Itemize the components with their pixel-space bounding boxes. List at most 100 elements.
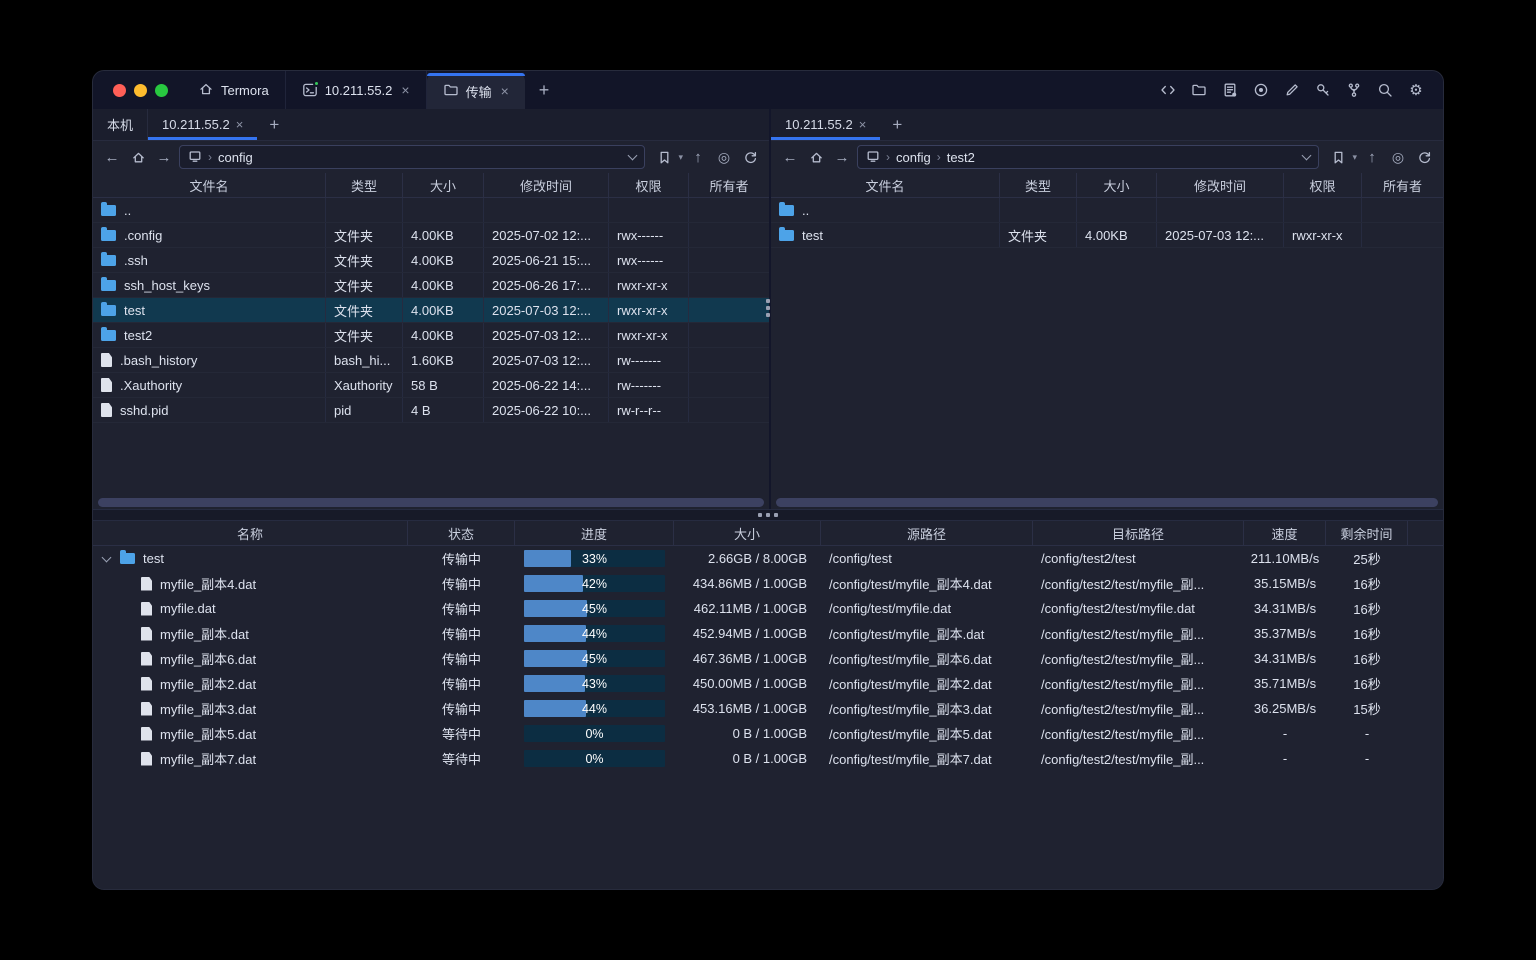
chevron-down-icon[interactable] — [628, 150, 638, 160]
transfer-row[interactable]: myfile.dat 传输中 45% 462.11MB / 1.00GB /co… — [93, 596, 1443, 621]
close-window-button[interactable] — [113, 84, 126, 97]
column-header-size[interactable]: 大小 — [1077, 173, 1157, 197]
tab-remote-left[interactable]: 10.211.55.2 × — [148, 109, 257, 140]
column-header-type[interactable]: 类型 — [326, 173, 403, 197]
panel-splitter[interactable] — [769, 109, 771, 509]
column-header-type[interactable]: 类型 — [1000, 173, 1077, 197]
code-icon[interactable] — [1159, 81, 1177, 99]
breadcrumb[interactable]: › config › test2 — [857, 145, 1319, 169]
traffic-lights — [93, 71, 182, 109]
refresh-icon[interactable] — [1413, 146, 1435, 168]
edit-icon[interactable] — [1283, 81, 1301, 99]
file-icon — [141, 627, 152, 641]
record-icon[interactable] — [1252, 81, 1270, 99]
new-tab-button[interactable]: + — [525, 71, 564, 109]
file-perms: rwxr-xr-x — [609, 323, 689, 347]
breadcrumb-segment[interactable]: config — [896, 150, 931, 165]
log-icon[interactable] — [1221, 81, 1239, 99]
key-icon[interactable] — [1314, 81, 1332, 99]
transfer-row[interactable]: myfile_副本7.dat 等待中 0% 0 B / 1.00GB /conf… — [93, 746, 1443, 771]
home-icon[interactable] — [805, 146, 827, 168]
file-row[interactable]: .config 文件夹 4.00KB 2025-07-02 12:... rwx… — [93, 223, 769, 248]
search-icon[interactable] — [1376, 81, 1394, 99]
file-row[interactable]: .ssh 文件夹 4.00KB 2025-06-21 15:... rwx---… — [93, 248, 769, 273]
column-header-size[interactable]: 大小 — [674, 521, 821, 545]
breadcrumb-segment[interactable]: config — [218, 150, 253, 165]
settings-icon[interactable]: ⚙ — [1407, 81, 1425, 99]
up-directory-icon[interactable]: ↑ — [687, 146, 709, 168]
transfer-row[interactable]: myfile_副本4.dat 传输中 42% 434.86MB / 1.00GB… — [93, 571, 1443, 596]
tab-home[interactable]: Termora — [182, 71, 286, 109]
column-header-perms[interactable]: 权限 — [1284, 173, 1362, 197]
file-row[interactable]: sshd.pid pid 4 B 2025-06-22 10:... rw-r-… — [93, 398, 769, 423]
column-header-modified[interactable]: 修改时间 — [484, 173, 609, 197]
back-icon[interactable]: ← — [779, 146, 801, 168]
column-header-perms[interactable]: 权限 — [609, 173, 689, 197]
bookmark-icon[interactable] — [653, 146, 675, 168]
close-icon[interactable]: × — [401, 82, 409, 98]
forward-icon[interactable]: → — [831, 146, 853, 168]
right-horizontal-scrollbar[interactable] — [771, 495, 1443, 509]
home-icon[interactable] — [127, 146, 149, 168]
file-row-selected[interactable]: test 文件夹 4.00KB 2025-07-03 12:... rwxr-x… — [93, 298, 769, 323]
tab-remote-right[interactable]: 10.211.55.2 × — [771, 109, 880, 140]
new-panel-tab-button[interactable]: + — [880, 109, 914, 140]
back-icon[interactable]: ← — [101, 146, 123, 168]
transfer-splitter[interactable] — [93, 509, 1443, 521]
column-header-source[interactable]: 源路径 — [821, 521, 1033, 545]
tab-local[interactable]: 本机 — [93, 109, 148, 140]
close-icon[interactable]: × — [859, 117, 867, 132]
transfer-row[interactable]: myfile_副本5.dat 等待中 0% 0 B / 1.00GB /conf… — [93, 721, 1443, 746]
column-header-name[interactable]: 文件名 — [771, 173, 1000, 197]
breadcrumb-segment[interactable]: test2 — [947, 150, 975, 165]
forward-icon[interactable]: → — [153, 146, 175, 168]
column-header-progress[interactable]: 进度 — [515, 521, 674, 545]
bookmark-dropdown-arrow-icon[interactable]: ▾ — [678, 152, 683, 163]
bookmark-dropdown-arrow-icon[interactable]: ▾ — [1352, 152, 1357, 163]
file-row[interactable]: test 文件夹 4.00KB 2025-07-03 12:... rwxr-x… — [771, 223, 1443, 248]
transfer-row[interactable]: test 传输中 33% 2.66GB / 8.00GB /config/tes… — [93, 546, 1443, 571]
scrollbar-thumb[interactable] — [776, 498, 1438, 507]
column-header-speed[interactable]: 速度 — [1244, 521, 1326, 545]
branch-icon[interactable] — [1345, 81, 1363, 99]
left-horizontal-scrollbar[interactable] — [93, 495, 769, 509]
column-header-target[interactable]: 目标路径 — [1033, 521, 1244, 545]
folder-icon — [120, 553, 135, 564]
column-header-name[interactable]: 名称 — [93, 521, 408, 545]
folder-icon[interactable] — [1190, 81, 1208, 99]
file-row[interactable]: .bash_history bash_hi... 1.60KB 2025-07-… — [93, 348, 769, 373]
chevron-down-icon[interactable] — [102, 552, 112, 562]
chevron-down-icon[interactable] — [1302, 150, 1312, 160]
transfer-row[interactable]: myfile_副本2.dat 传输中 43% 450.00MB / 1.00GB… — [93, 671, 1443, 696]
new-panel-tab-button[interactable]: + — [257, 109, 291, 140]
column-header-modified[interactable]: 修改时间 — [1157, 173, 1284, 197]
close-icon[interactable]: × — [236, 117, 244, 132]
transfer-row[interactable]: myfile_副本6.dat 传输中 45% 467.36MB / 1.00GB… — [93, 646, 1443, 671]
column-header-remaining[interactable]: 剩余时间 — [1326, 521, 1408, 545]
file-row[interactable]: .. — [771, 198, 1443, 223]
minimize-window-button[interactable] — [134, 84, 147, 97]
column-header-name[interactable]: 文件名 — [93, 173, 326, 197]
file-row[interactable]: .. — [93, 198, 769, 223]
splitter-grip-icon[interactable] — [766, 299, 770, 317]
show-hidden-icon[interactable]: ◎ — [713, 146, 735, 168]
zoom-window-button[interactable] — [155, 84, 168, 97]
column-header-owner[interactable]: 所有者 — [1362, 173, 1443, 197]
file-row[interactable]: ssh_host_keys 文件夹 4.00KB 2025-06-26 17:.… — [93, 273, 769, 298]
show-hidden-icon[interactable]: ◎ — [1387, 146, 1409, 168]
bookmark-icon[interactable] — [1327, 146, 1349, 168]
up-directory-icon[interactable]: ↑ — [1361, 146, 1383, 168]
breadcrumb[interactable]: › config — [179, 145, 645, 169]
file-row[interactable]: .Xauthority Xauthority 58 B 2025-06-22 1… — [93, 373, 769, 398]
tab-transfer[interactable]: 传输 × — [427, 73, 525, 109]
transfer-row[interactable]: myfile_副本.dat 传输中 44% 452.94MB / 1.00GB … — [93, 621, 1443, 646]
column-header-status[interactable]: 状态 — [408, 521, 515, 545]
column-header-size[interactable]: 大小 — [403, 173, 484, 197]
file-row[interactable]: test2 文件夹 4.00KB 2025-07-03 12:... rwxr-… — [93, 323, 769, 348]
scrollbar-thumb[interactable] — [98, 498, 764, 507]
refresh-icon[interactable] — [739, 146, 761, 168]
transfer-row[interactable]: myfile_副本3.dat 传输中 44% 453.16MB / 1.00GB… — [93, 696, 1443, 721]
tab-ssh-session[interactable]: 10.211.55.2 × — [286, 71, 427, 109]
column-header-owner[interactable]: 所有者 — [689, 173, 769, 197]
close-icon[interactable]: × — [501, 83, 509, 99]
